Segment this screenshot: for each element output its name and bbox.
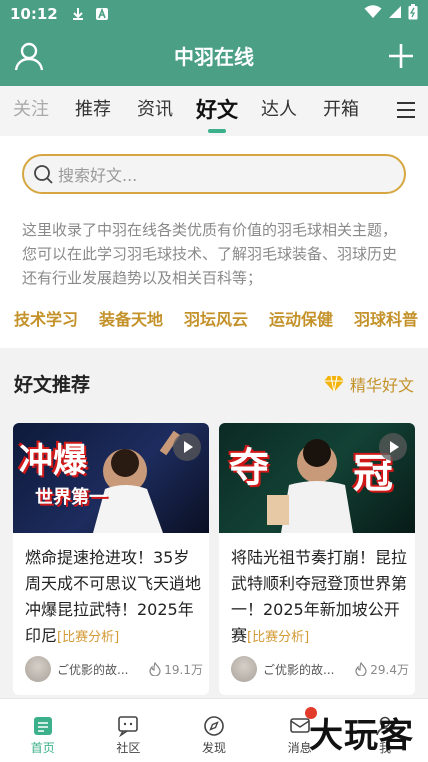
- tab-articles[interactable]: 好文: [186, 86, 248, 136]
- intro-description: 这里收录了中羽在线各类优质有价值的羽毛球相关主题，您可以在此学习羽毛球技术、了解…: [22, 221, 398, 287]
- app-title: 中羽在线: [174, 45, 254, 69]
- recommended-heading: 好文推荐: [14, 374, 91, 396]
- home-icon: [32, 715, 54, 737]
- view-count: 29.4万: [355, 661, 409, 678]
- tab-unboxing[interactable]: 开箱: [310, 86, 372, 136]
- recommended-section: 好文推荐 精华好文 冲爆 世界第一 燃命提速抢进攻！35岁周天成不可思议飞天逍地…: [0, 348, 428, 698]
- category-sports-health[interactable]: 运动保健: [269, 306, 333, 330]
- author-name: ご优影的故...: [263, 662, 335, 677]
- tab-news[interactable]: 资讯: [124, 86, 186, 136]
- nav-discover-label: 发现: [201, 741, 226, 755]
- article-tag[interactable]: [比赛分析]: [247, 630, 309, 645]
- thumbnail-caption: 冲爆: [19, 441, 87, 481]
- category-technique[interactable]: 技术学习: [14, 306, 78, 330]
- featured-articles-label: 精华好文: [349, 376, 414, 395]
- avatar: [25, 656, 51, 682]
- nav-community[interactable]: 社区: [86, 699, 172, 762]
- app-notification-icon: [94, 6, 110, 22]
- intro-section: 搜索好文... 这里收录了中羽在线各类优质有价值的羽毛球相关主题，您可以在此学习…: [0, 136, 428, 348]
- category-science[interactable]: 羽球科普: [354, 306, 418, 330]
- watermark: 大玩客: [309, 716, 414, 756]
- thumbnail-subcaption: 世界第一: [35, 487, 107, 508]
- status-time: 10:12: [10, 5, 58, 23]
- play-icon: [173, 433, 201, 461]
- author-name: ご优影的故...: [57, 662, 129, 677]
- article-meta: ご优影的故... 19.1万: [25, 655, 203, 683]
- article-tag[interactable]: [比赛分析]: [57, 630, 119, 645]
- tab-follow[interactable]: 关注: [0, 86, 62, 136]
- status-bar: 10:12: [0, 0, 428, 28]
- tab-experts[interactable]: 达人: [248, 86, 310, 136]
- flame-icon: [355, 661, 367, 677]
- featured-articles-link[interactable]: 精华好文: [323, 372, 414, 396]
- flame-icon: [149, 661, 161, 677]
- compass-icon: [203, 715, 225, 737]
- category-links: 技术学习 装备天地 羽坛风云 运动保健 羽球科普: [14, 306, 418, 330]
- nav-messages-label: 消息: [287, 741, 312, 755]
- tab-recommend[interactable]: 推荐: [62, 86, 124, 136]
- app-bar: 中羽在线: [0, 28, 428, 86]
- category-badminton-world[interactable]: 羽坛风云: [184, 306, 248, 330]
- avatar: [231, 656, 257, 682]
- community-icon: [117, 715, 139, 738]
- add-icon[interactable]: [386, 41, 416, 71]
- article-title: 将陆光祖节奏打崩！昆拉武特顺利夺冠登顶世界第一！2025年新加坡公开赛[比赛分析…: [231, 548, 408, 645]
- download-icon: [70, 6, 86, 22]
- search-icon: [32, 163, 54, 185]
- category-equipment[interactable]: 装备天地: [99, 306, 163, 330]
- signal-icon: [388, 5, 402, 23]
- article-title: 燃命提速抢进攻！35岁周天成不可思议飞天逍地冲爆昆拉武特！2025年印尼[比赛分…: [25, 548, 202, 645]
- article-thumbnail: 冲爆 世界第一: [13, 423, 209, 533]
- nav-discover[interactable]: 发现: [171, 699, 257, 762]
- view-count: 19.1万: [149, 661, 203, 678]
- nav-home-label: 首页: [30, 741, 55, 755]
- article-meta: ご优影的故... 29.4万: [231, 655, 409, 683]
- article-card[interactable]: 冲爆 世界第一 燃命提速抢进攻！35岁周天成不可思议飞天逍地冲爆昆拉武特！202…: [13, 423, 209, 695]
- search-placeholder: 搜索好文...: [58, 166, 138, 185]
- article-thumbnail: 夺 冠: [219, 423, 415, 533]
- nav-community-label: 社区: [116, 741, 141, 755]
- search-input[interactable]: 搜索好文...: [22, 154, 406, 194]
- wifi-icon: [364, 5, 382, 23]
- thumbnail-caption: 夺: [229, 445, 269, 491]
- category-tabs: 关注 推荐 资讯 好文 达人 开箱: [0, 86, 428, 136]
- article-card[interactable]: 夺 冠 将陆光祖节奏打崩！昆拉武特顺利夺冠登顶世界第一！2025年新加坡公开赛[…: [219, 423, 415, 695]
- diamond-icon: [323, 375, 344, 393]
- play-icon: [379, 433, 407, 461]
- menu-icon[interactable]: [396, 101, 416, 119]
- battery-icon: [408, 4, 418, 24]
- nav-home[interactable]: 首页: [0, 699, 86, 762]
